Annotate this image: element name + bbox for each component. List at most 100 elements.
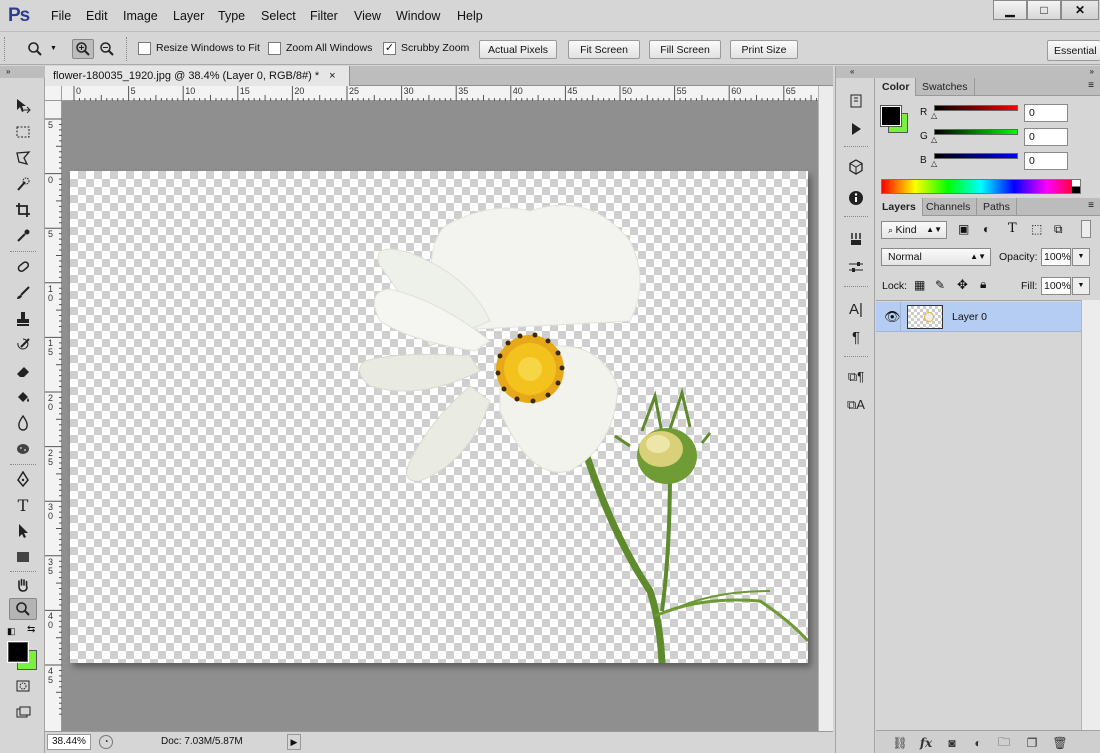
resize-windows-checkbox[interactable]: [138, 42, 151, 55]
fill-dropdown-icon[interactable]: ▼: [1072, 277, 1090, 295]
zoom-level-field[interactable]: 38.44%: [47, 734, 91, 750]
layers-panel-menu-icon[interactable]: ≡: [1088, 200, 1094, 211]
eraser-tool-icon[interactable]: [9, 360, 37, 382]
paint-bucket-tool-icon[interactable]: [9, 386, 37, 408]
menu-view[interactable]: View: [354, 9, 381, 23]
share-icon[interactable]: ◔: [99, 735, 113, 749]
red-slider-handle[interactable]: △: [931, 111, 937, 120]
fill-field[interactable]: 100%: [1041, 277, 1071, 295]
history-brush-tool-icon[interactable]: [9, 334, 37, 356]
filter-type-layers-icon[interactable]: T: [1008, 221, 1017, 236]
layer-style-icon[interactable]: fx: [916, 735, 936, 751]
actual-pixels-button[interactable]: Actual Pixels: [479, 40, 557, 59]
menu-edit[interactable]: Edit: [86, 9, 108, 23]
delete-layer-icon[interactable]: 🗑︎: [1050, 735, 1070, 751]
menu-file[interactable]: File: [51, 9, 71, 23]
path-selection-tool-icon[interactable]: [9, 520, 37, 542]
add-mask-icon[interactable]: ◙: [942, 735, 962, 751]
type-tool-icon[interactable]: T: [9, 494, 37, 516]
blend-mode-dropdown[interactable]: Normal ▲▼: [881, 248, 991, 266]
status-menu-arrow-icon[interactable]: ▶: [287, 734, 301, 750]
quick-mask-icon[interactable]: [9, 675, 37, 697]
eyedropper-tool-icon[interactable]: [9, 225, 37, 247]
foreground-color-swatch[interactable]: [7, 641, 29, 663]
zoom-tool-preset-icon[interactable]: [24, 39, 46, 59]
3d-panel-icon[interactable]: [844, 156, 868, 178]
collapse-dock-icon[interactable]: «: [836, 66, 876, 78]
filter-shape-layers-icon[interactable]: ⬚: [1031, 222, 1042, 236]
maximize-button[interactable]: □: [1027, 0, 1061, 20]
swap-colors-icon[interactable]: ⇆: [27, 624, 35, 635]
move-tool-icon[interactable]: [9, 95, 37, 117]
blur-tool-icon[interactable]: [9, 412, 37, 434]
layer-row[interactable]: 👁︎ Layer 0: [876, 302, 1081, 332]
new-group-icon[interactable]: 🗀︎: [994, 735, 1014, 751]
scrubby-zoom-checkbox[interactable]: ✓: [383, 42, 396, 55]
info-panel-icon[interactable]: [844, 187, 868, 209]
color-panel-menu-icon[interactable]: ≡: [1088, 80, 1094, 91]
tab-swatches[interactable]: Swatches: [916, 78, 975, 96]
character-panel-icon[interactable]: A|: [844, 298, 868, 320]
zoom-out-icon[interactable]: [96, 39, 118, 59]
screen-mode-icon[interactable]: [9, 702, 37, 724]
tab-channels[interactable]: Channels: [920, 198, 978, 216]
green-slider-handle[interactable]: △: [931, 135, 937, 144]
adjustments-panel-icon[interactable]: [844, 256, 868, 278]
filter-pixel-layers-icon[interactable]: ▣: [958, 222, 969, 236]
document-canvas[interactable]: [70, 171, 808, 663]
history-panel-icon[interactable]: [844, 90, 868, 112]
actions-panel-icon[interactable]: [844, 118, 868, 140]
fill-screen-button[interactable]: Fill Screen: [649, 40, 721, 59]
tab-layers[interactable]: Layers: [876, 198, 923, 216]
filter-smart-objects-icon[interactable]: ⧉: [1054, 222, 1063, 237]
lock-transparent-pixels-icon[interactable]: ▦: [914, 278, 925, 292]
paragraph-panel-icon[interactable]: ¶: [844, 326, 868, 348]
paragraph-styles-panel-icon[interactable]: ⧉¶: [844, 366, 868, 388]
brush-presets-panel-icon[interactable]: [844, 228, 868, 250]
quick-selection-tool-icon[interactable]: [9, 173, 37, 195]
panel-foreground-color[interactable]: [880, 105, 902, 127]
menu-filter[interactable]: Filter: [310, 9, 338, 23]
canvas-workspace[interactable]: [62, 101, 818, 731]
marquee-tool-icon[interactable]: [9, 121, 37, 143]
new-layer-icon[interactable]: ❐: [1022, 735, 1042, 751]
pen-tool-icon[interactable]: [9, 468, 37, 490]
new-adjustment-layer-icon[interactable]: ◐: [968, 735, 988, 751]
link-layers-icon[interactable]: ⛓︎: [890, 735, 910, 751]
close-button[interactable]: ✕: [1061, 0, 1099, 20]
hand-tool-icon[interactable]: [9, 574, 37, 596]
lock-all-icon[interactable]: 🔒︎: [980, 277, 986, 292]
lasso-tool-icon[interactable]: [9, 147, 37, 169]
rectangle-tool-icon[interactable]: [9, 546, 37, 568]
minimize-button[interactable]: ▁: [993, 0, 1027, 20]
fit-screen-button[interactable]: Fit Screen: [568, 40, 640, 59]
workspace-switcher[interactable]: Essential: [1047, 40, 1100, 61]
red-value-field[interactable]: 0: [1024, 104, 1068, 122]
filter-adjustment-layers-icon[interactable]: ◐: [983, 222, 990, 236]
eye-icon[interactable]: 👁︎: [884, 309, 901, 325]
lock-position-icon[interactable]: ✥: [957, 277, 968, 293]
healing-brush-tool-icon[interactable]: [9, 256, 37, 278]
character-styles-panel-icon[interactable]: ⧉A: [844, 394, 868, 416]
preset-dropdown-icon[interactable]: ▼: [50, 45, 57, 52]
document-tab[interactable]: flower-180035_1920.jpg @ 38.4% (Layer 0,…: [45, 66, 350, 86]
tab-color[interactable]: Color: [876, 78, 917, 96]
horizontal-ruler[interactable]: 0 5 10 15 20 25 30 35 40 45 50 55 60 65: [62, 86, 818, 101]
red-slider[interactable]: [934, 105, 1018, 111]
zoom-tool-icon[interactable]: [9, 598, 37, 620]
blue-slider-handle[interactable]: △: [931, 159, 937, 168]
lock-image-pixels-icon[interactable]: ✎: [935, 278, 945, 292]
layer-filter-kind-dropdown[interactable]: ⌕ Kind ▲▼: [881, 221, 947, 239]
clone-stamp-tool-icon[interactable]: [9, 308, 37, 330]
blue-value-field[interactable]: 0: [1024, 152, 1068, 170]
collapse-panels-icon[interactable]: »: [876, 66, 1100, 78]
opacity-field[interactable]: 100%: [1041, 248, 1071, 266]
layers-scrollbar[interactable]: [1081, 300, 1100, 730]
green-value-field[interactable]: 0: [1024, 128, 1068, 146]
sponge-tool-icon[interactable]: [9, 438, 37, 460]
color-spectrum-ramp[interactable]: [881, 179, 1081, 194]
menu-select[interactable]: Select: [261, 9, 296, 23]
vertical-ruler[interactable]: 5 0 5 1 0 1 5 2 0 2 5 3 0 3 5 4 0 4 5: [45, 101, 62, 731]
menu-type[interactable]: Type: [218, 9, 245, 23]
menu-image[interactable]: Image: [123, 9, 158, 23]
